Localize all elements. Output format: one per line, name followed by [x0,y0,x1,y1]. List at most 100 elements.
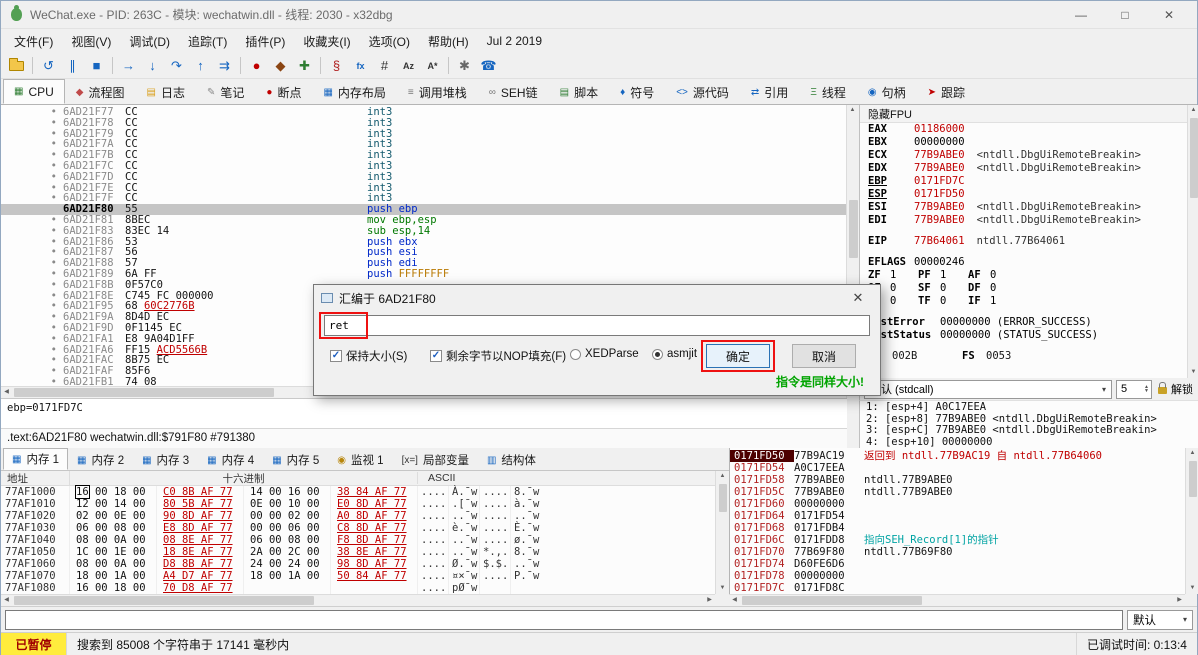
dump-row[interactable]: 77AF100016 00 18 00C0 8B AF 7714 00 16 0… [1,486,715,498]
tab-struct[interactable]: ▥结构体 [478,450,545,470]
dump-hscrollbar[interactable]: ◀▶ [1,594,715,606]
trace-icon[interactable]: ◆ [269,55,292,77]
open-file-icon[interactable] [5,55,28,77]
tab-references[interactable]: ⇄引用 [740,81,799,104]
dump-vscrollbar[interactable]: ▲▼ [715,471,729,594]
stack-row[interactable]: 0171FD54A0C17EEA [730,462,1185,474]
step-out-icon[interactable]: ↑ [189,55,212,77]
registers-pane[interactable]: 隐藏FPU EAX01186000EBX00000000ECX77B9ABE0<… [859,105,1198,378]
stack-row[interactable]: 0171FD74D60FE6D6 [730,558,1185,570]
stack-argument[interactable]: 4: [esp+10] 00000000 [866,437,1193,449]
close-button[interactable]: ✕ [1151,3,1187,27]
tab-dump-2[interactable]: ▦内存 2 [68,450,133,470]
stack-vscrollbar[interactable]: ▲▼ [1185,448,1198,594]
menu-item[interactable]: 收藏夹(I) [294,29,359,54]
run-icon[interactable]: → [117,55,140,77]
menu-item[interactable]: 插件(P) [236,29,294,54]
stack-row[interactable]: 0171FD640171FD54 [730,510,1185,522]
execute-till-return-icon[interactable]: ⇉ [213,55,236,77]
menu-item[interactable]: 文件(F) [5,29,62,54]
dump-row[interactable]: 77AF106008 00 0A 00D8 8B AF 7724 00 24 0… [1,558,715,570]
tab-script[interactable]: ▤脚本 [549,81,609,104]
minimize-button[interactable]: — [1063,3,1099,27]
dialog-close-icon[interactable]: ✕ [843,290,873,306]
calling-convention-combo[interactable]: 默认 (stdcall) [864,380,1112,399]
stack-row[interactable]: 0171FD7C0171FD8C [730,582,1185,594]
tab-cpu[interactable]: ▦CPU [3,79,65,104]
menu-item[interactable]: 帮助(H) [419,29,478,54]
stack-row[interactable]: 0171FD5077B9AC19返回到 ntdll.77B9AC19 自 ntd… [730,450,1185,462]
register-row[interactable]: EBP0171FD7C [860,175,1198,188]
tab-dump-1[interactable]: ▦内存 1 [3,448,68,470]
dump-row[interactable]: 77AF103006 00 08 00E8 8D AF 7700 00 06 0… [1,522,715,534]
stack-row[interactable]: 0171FD6C0171FDD8指向SEH_Record[1]的指针 [730,534,1185,546]
keep-size-checkbox[interactable]: 保持大小(S) [330,348,407,364]
fx-icon[interactable]: fx [349,55,372,77]
tab-memory-map[interactable]: ▦内存布局 [312,81,396,104]
tab-locals[interactable]: [x=]局部变量 [393,450,478,470]
dump-row[interactable]: 77AF104008 00 0A 0008 8E AF 7706 00 08 0… [1,534,715,546]
step-over-icon[interactable]: ↷ [165,55,188,77]
maximize-button[interactable]: □ [1107,3,1143,27]
register-row[interactable]: LastStatus00000000 (STATUS_SUCCESS) [860,329,1198,342]
dump-pane[interactable]: 地址 十六进制 ASCII 77AF100016 00 18 00C0 8B A… [1,471,715,594]
tab-call-stack[interactable]: ≡调用堆栈 [397,81,478,104]
register-row[interactable]: ESP0171FD50 [860,188,1198,201]
dump-row[interactable]: 77AF101012 00 14 0080 5B AF 770E 00 10 0… [1,498,715,510]
attach-icon[interactable]: ☎ [477,55,500,77]
stack-row[interactable]: 0171FD680171FDB4 [730,522,1185,534]
flags-row[interactable]: ZF1PF1AF0 [860,269,1198,282]
cancel-button[interactable]: 取消 [792,344,856,368]
dump-row[interactable]: 77AF102002 00 0E 0090 8D AF 7700 00 02 0… [1,510,715,522]
pause-icon[interactable]: ∥ [61,55,84,77]
tab-trace[interactable]: ➤跟踪 [917,81,976,104]
segment-row[interactable]: GS002BFS0053 [860,350,1198,363]
disasm-row[interactable]: •6AD21F8383EC 14sub esp,14 [1,226,846,237]
script-icon[interactable]: § [325,55,348,77]
stack-row[interactable]: 0171FD6000000000 [730,498,1185,510]
tab-dump-3[interactable]: ▦内存 3 [133,450,198,470]
arguments-pane[interactable]: 1: [esp+4] A0C17EEA2: [esp+8] 77B9ABE0 <… [859,400,1198,448]
stack-row[interactable]: 0171FD7077B69F80ntdll.77B69F80 [730,546,1185,558]
command-profile-combo[interactable]: 默认 [1127,610,1193,630]
stepper-arrows-icon[interactable]: ▲▼ [1144,385,1149,393]
menu-item[interactable]: 追踪(T) [179,29,236,54]
dialog-title-bar[interactable]: 汇编于 6AD21F80 ✕ [314,285,880,311]
hash-icon[interactable]: # [373,55,396,77]
registers-vscrollbar[interactable]: ▲▼ [1187,105,1198,378]
register-row[interactable]: EDI77B9ABE0<ntdll.DbgUiRemoteBreakin> [860,214,1198,227]
tab-threads[interactable]: Ξ线程 [799,81,857,104]
register-row[interactable]: EDX77B9ABE0<ntdll.DbgUiRemoteBreakin> [860,162,1198,175]
highlight-icon[interactable]: A* [421,55,444,77]
restart-icon[interactable]: ↺ [37,55,60,77]
stack-argument[interactable]: 3: [esp+C] 77B9ABE0 <ntdll.DbgUiRemoteBr… [866,425,1193,437]
disasm-row[interactable]: •6AD21F7DCCint3 [1,172,846,183]
stack-argument[interactable]: 1: [esp+4] A0C17EEA [866,402,1193,414]
settings-icon[interactable]: ✱ [453,55,476,77]
hide-fpu-button[interactable]: 隐藏FPU [860,105,1198,123]
case-icon[interactable]: Az [397,55,420,77]
dump-row[interactable]: 77AF108016 00 18 0070 D8 AF 77....pØ¯w [1,582,715,594]
register-row[interactable]: ESI77B9ABE0<ntdll.DbgUiRemoteBreakin> [860,201,1198,214]
register-row[interactable]: EBX00000000 [860,136,1198,149]
asmjit-radio[interactable]: asmjit [652,348,697,360]
tab-graph[interactable]: ◆流程图 [65,81,136,104]
stack-row[interactable]: 0171FD5877B9ABE0ntdll.77B9ABE0 [730,474,1185,486]
tab-symbols[interactable]: ♦符号 [609,81,665,104]
stack-pane[interactable]: 0171FD5077B9AC19返回到 ntdll.77B9AC19 自 ntd… [729,448,1185,594]
tab-breakpoints[interactable]: ●断点 [255,81,312,104]
stop-icon[interactable]: ■ [85,55,108,77]
stack-row[interactable]: 0171FD7800000000 [730,570,1185,582]
nop-fill-checkbox[interactable]: 剩余字节以NOP填充(F) [430,348,566,364]
step-into-icon[interactable]: ↓ [141,55,164,77]
register-row[interactable]: EAX01186000 [860,123,1198,136]
menu-item[interactable]: 选项(O) [360,29,419,54]
disasm-row[interactable]: •6AD21F78CCint3 [1,118,846,129]
stack-hscrollbar[interactable]: ◀▶ [729,594,1185,606]
xedparse-radio[interactable]: XEDParse [570,348,639,360]
register-row[interactable]: ECX77B9ABE0<ntdll.DbgUiRemoteBreakin> [860,149,1198,162]
breakpoints-icon[interactable]: ● [245,55,268,77]
unlock-toggle[interactable]: 解锁 [1156,381,1195,397]
dump-row[interactable]: 77AF107018 00 1A 00A4 D7 AF 7718 00 1A 0… [1,570,715,582]
tab-dump-4[interactable]: ▦内存 4 [198,450,263,470]
